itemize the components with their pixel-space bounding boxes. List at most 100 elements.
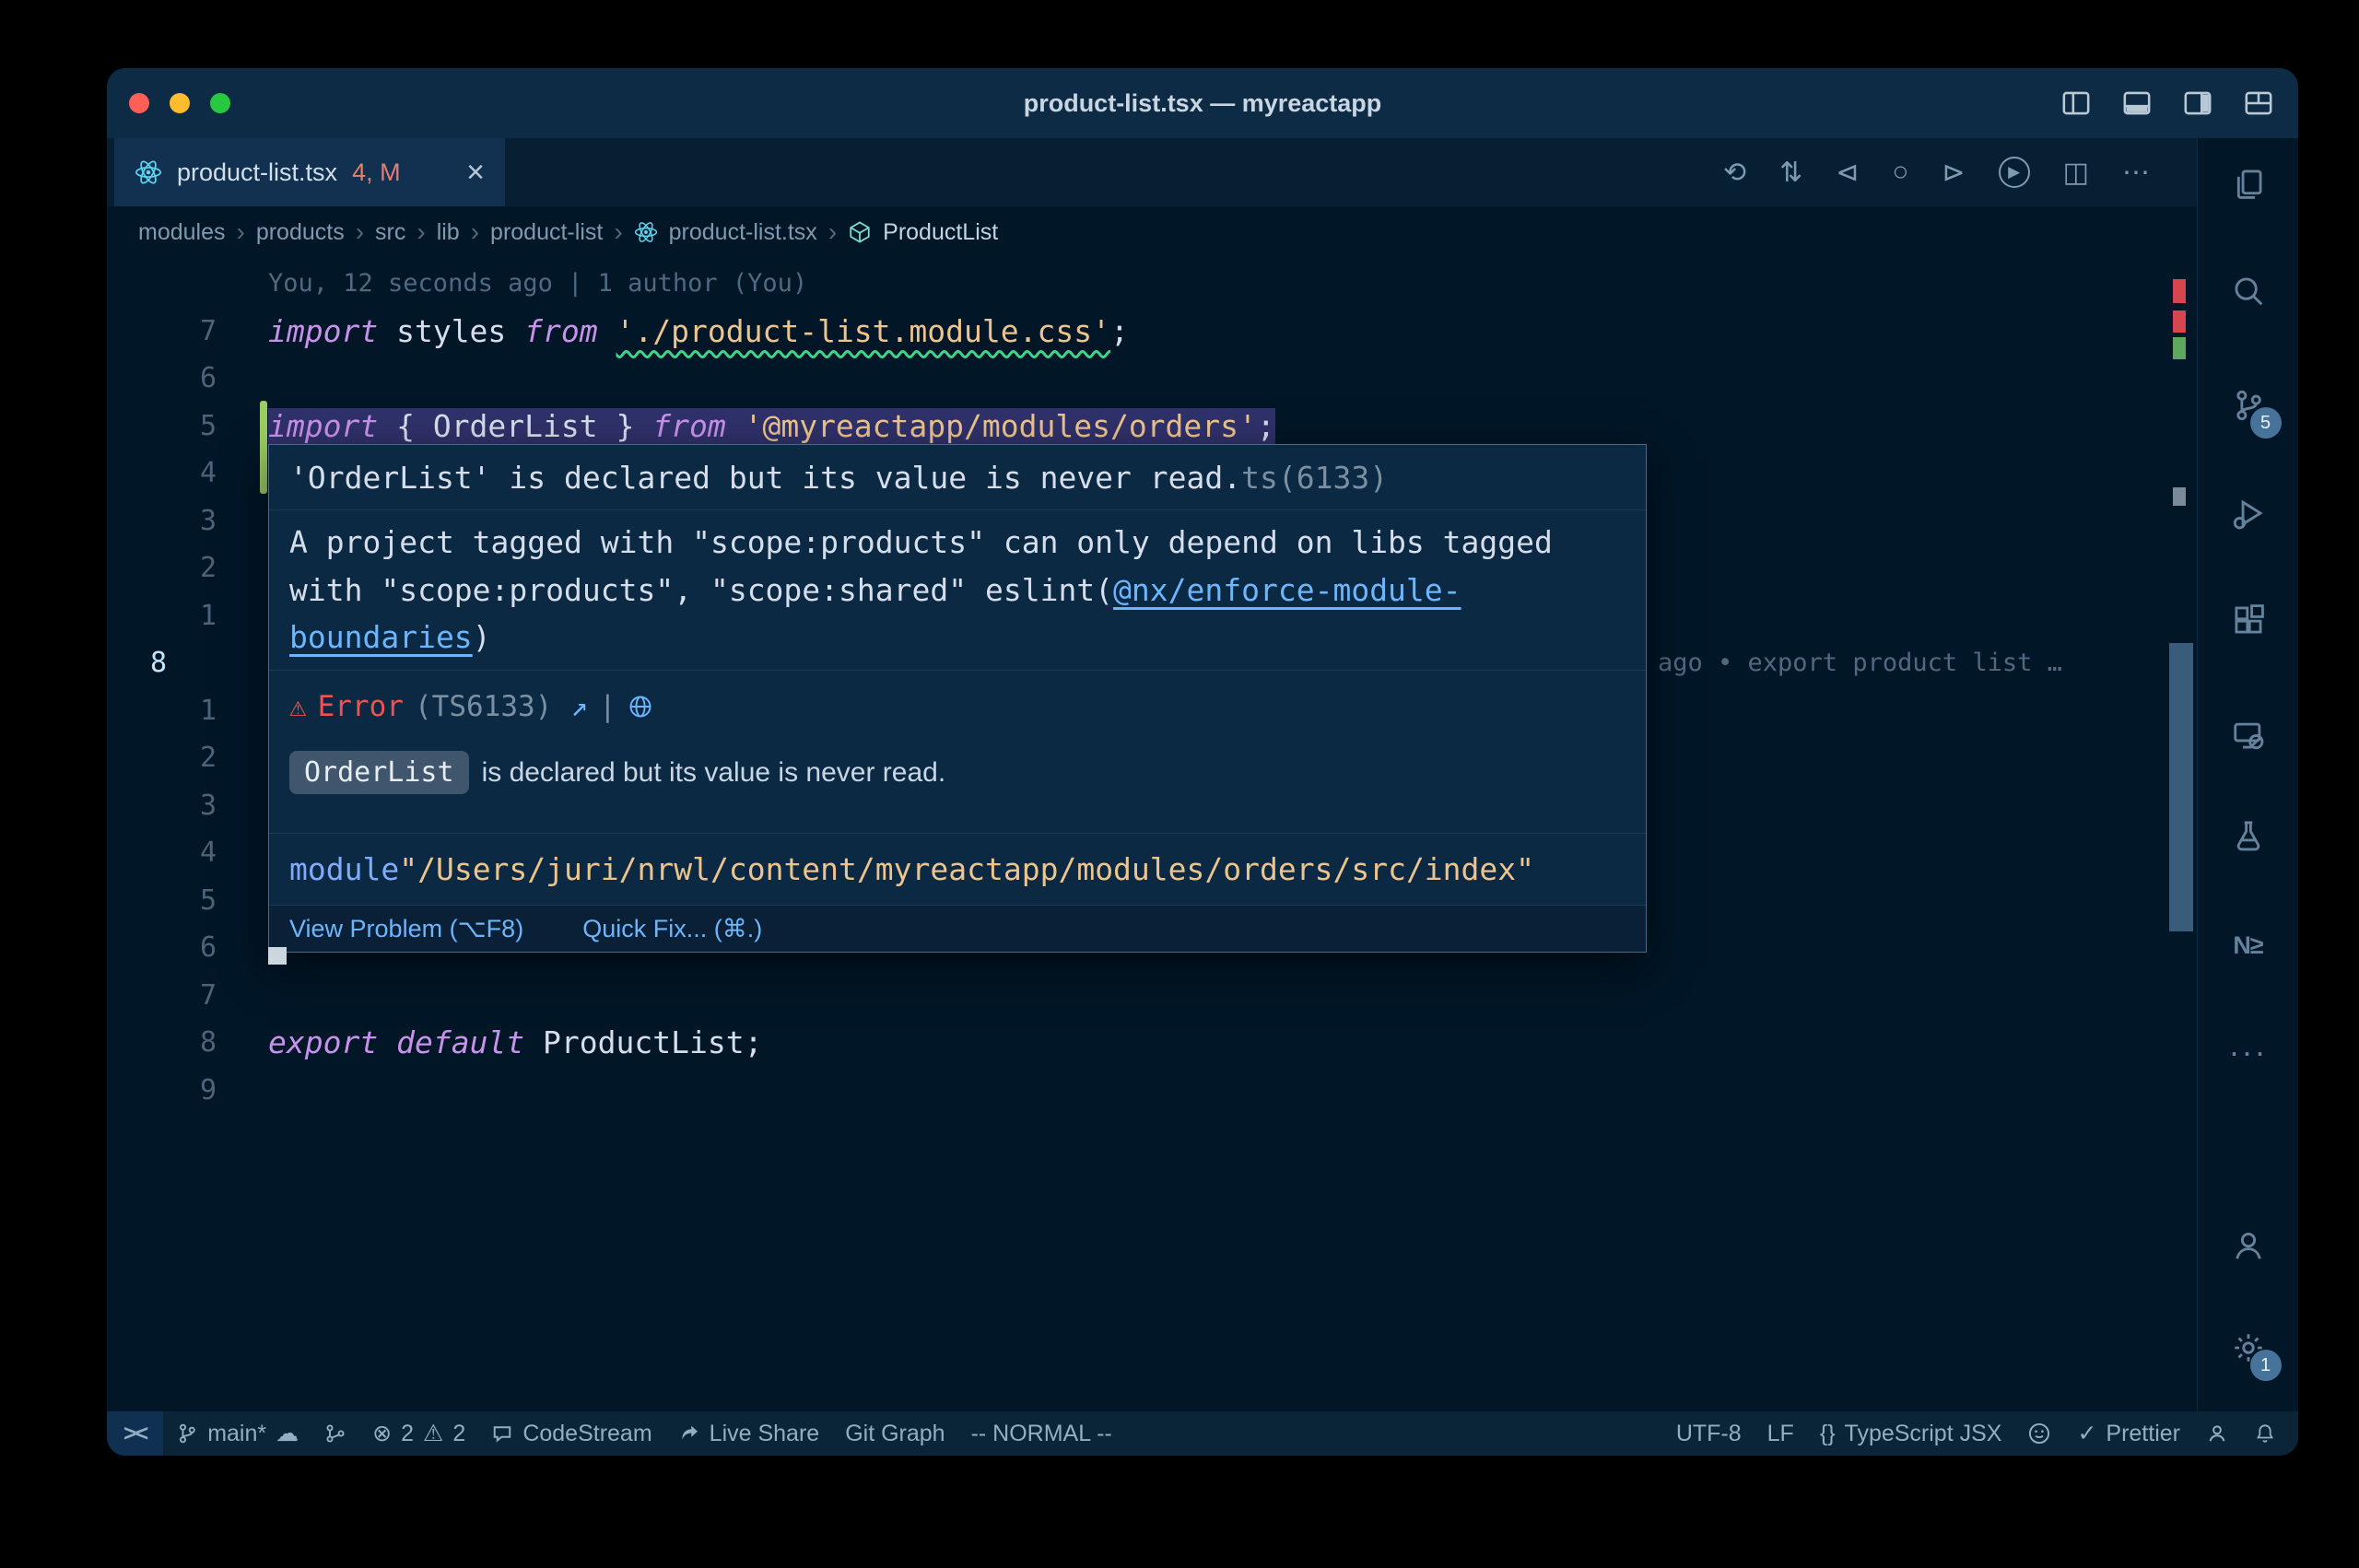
account-icon[interactable] <box>2223 1220 2274 1271</box>
split-editor-icon[interactable]: ◫ <box>2063 157 2089 189</box>
bell-icon <box>2254 1422 2276 1445</box>
warning-triangle-icon: ⚠ <box>423 1420 443 1447</box>
traffic-lights <box>129 68 230 138</box>
breadcrumb-item[interactable]: products <box>256 219 345 246</box>
line-number: 6 <box>107 362 268 394</box>
git-branch-item[interactable]: main* ☁ <box>163 1411 311 1456</box>
codestream-item[interactable]: CodeStream <box>478 1411 664 1456</box>
git-graph-item[interactable]: Git Graph <box>832 1411 957 1456</box>
git-graph-icon-item[interactable] <box>311 1411 359 1456</box>
error-circle-icon: ⊗ <box>372 1420 392 1447</box>
git-graph-icon <box>324 1422 346 1445</box>
language-mode-item[interactable]: {} TypeScript JSX <box>1807 1411 2015 1456</box>
breadcrumb: modules › products › src › lib › product… <box>107 206 2198 258</box>
scrollbar-thumb[interactable] <box>2169 643 2193 931</box>
breadcrumb-item[interactable]: src <box>375 219 405 246</box>
overview-ruler-error-mark <box>2173 310 2186 333</box>
run-file-icon[interactable]: ▶ <box>1999 157 2030 188</box>
line-number: 5 <box>107 410 268 442</box>
run-debug-icon[interactable] <box>2223 487 2274 539</box>
encoding-item[interactable]: UTF-8 <box>1663 1411 1755 1456</box>
warning-triangle-icon: ⚠ <box>289 690 307 723</box>
chevron-right-icon: › <box>471 217 479 247</box>
close-tab-icon[interactable]: × <box>466 157 485 188</box>
view-problem-link[interactable]: View Problem (⌥F8) <box>289 915 523 943</box>
check-icon: ✓ <box>2077 1420 2096 1447</box>
overview-ruler-cursor-mark <box>2173 487 2186 506</box>
timeline-icon[interactable]: ⟲ <box>1723 157 1746 189</box>
search-icon[interactable] <box>2223 265 2274 317</box>
navigate-forward-icon[interactable]: ⊳ <box>1942 157 1966 189</box>
breadcrumb-item[interactable]: ProductList <box>883 219 998 246</box>
circle-icon[interactable]: ○ <box>1892 157 1908 188</box>
open-external-icon[interactable]: ↗ <box>570 690 588 723</box>
overview-ruler-error-mark <box>2173 279 2186 303</box>
code-line: 6 <box>107 355 2198 403</box>
line-number: 3 <box>107 505 268 537</box>
prettier-item[interactable]: ✓ Prettier <box>2064 1411 2193 1456</box>
remote-explorer-icon[interactable] <box>2223 709 2274 761</box>
code-line: 5 import { OrderList } from '@myreactapp… <box>107 403 2198 451</box>
activity-bar: 5 N≥ ··· 1 <box>2197 138 2298 1411</box>
settings-badge: 1 <box>2250 1350 2282 1381</box>
github-item[interactable] <box>2014 1411 2064 1456</box>
tab-product-list[interactable]: product-list.tsx 4, M × <box>114 138 505 206</box>
compare-changes-icon[interactable]: ⇅ <box>1779 157 1802 189</box>
close-window-button[interactable] <box>129 93 149 113</box>
react-icon <box>135 158 162 186</box>
globe-icon[interactable] <box>628 694 653 720</box>
tab-bar: product-list.tsx 4, M × ⟲ ⇅ ⊲ ○ ⊳ ▶ ◫ ⋯ <box>107 138 2198 206</box>
eslint-rule-link[interactable]: boundaries <box>289 619 473 655</box>
settings-gear-icon[interactable]: 1 <box>2223 1322 2274 1374</box>
code-line: 8 export default ProductList; <box>107 1019 2198 1067</box>
live-share-item[interactable]: Live Share <box>665 1411 833 1456</box>
toggle-secondary-sidebar-icon[interactable] <box>2182 88 2213 119</box>
code-line: 7 <box>107 972 2198 1020</box>
line-number: 4 <box>107 457 268 489</box>
chevron-right-icon: › <box>417 217 425 247</box>
toggle-sidebar-icon[interactable] <box>2060 88 2092 119</box>
additional-views-icon[interactable]: ··· <box>2223 1026 2274 1078</box>
notifications-item[interactable] <box>2241 1411 2289 1456</box>
extensions-icon[interactable] <box>2223 594 2274 646</box>
toggle-panel-icon[interactable] <box>2121 88 2153 119</box>
source-control-icon[interactable]: 5 <box>2223 380 2274 431</box>
eol-item[interactable]: LF <box>1755 1411 1807 1456</box>
tab-problems-badge: 4, M <box>352 158 401 187</box>
navigate-back-icon[interactable]: ⊲ <box>1836 157 1859 189</box>
explorer-icon[interactable] <box>2223 158 2274 209</box>
hover-resize-handle[interactable] <box>268 947 287 965</box>
zoom-window-button[interactable] <box>210 93 230 113</box>
line-number: 8 <box>107 1026 268 1059</box>
line-number: 2 <box>107 552 268 584</box>
share-icon <box>678 1422 700 1445</box>
chevron-right-icon: › <box>356 217 364 247</box>
eslint-rule-link[interactable]: @nx/enforce-module- <box>1113 572 1461 608</box>
editor-toolbar: ⟲ ⇅ ⊲ ○ ⊳ ▶ ◫ ⋯ <box>1723 138 2198 206</box>
breadcrumb-item[interactable]: modules <box>138 219 226 246</box>
more-actions-icon[interactable]: ⋯ <box>2122 157 2150 189</box>
blame-annotation-row: You, 12 seconds ago | 1 author (You) <box>107 260 2198 308</box>
customize-layout-icon[interactable] <box>2243 88 2274 119</box>
breadcrumb-item[interactable]: lib <box>437 219 460 246</box>
line-number: 8 <box>150 647 167 679</box>
remote-indicator[interactable]: >< <box>107 1411 163 1456</box>
feedback-item[interactable] <box>2193 1411 2241 1456</box>
minimize-window-button[interactable] <box>170 93 190 113</box>
source-control-badge: 5 <box>2250 407 2282 439</box>
line-number: 2 <box>107 742 268 774</box>
breadcrumb-item[interactable]: product-list.tsx <box>669 219 817 246</box>
nx-console-icon[interactable]: N≥ <box>2223 919 2274 971</box>
code-editor[interactable]: You, 12 seconds ago | 1 author (You) 7 i… <box>107 258 2198 1411</box>
line-number: 1 <box>107 695 268 727</box>
titlebar: product-list.tsx — myreactapp <box>107 68 2298 138</box>
testing-beaker-icon[interactable] <box>2223 809 2274 860</box>
inline-blame: ago • export product list … <box>1658 649 2062 677</box>
breadcrumb-item[interactable]: product-list <box>490 219 603 246</box>
code-line: 9 <box>107 1067 2198 1115</box>
problems-item[interactable]: ⊗ 2 ⚠ 2 <box>359 1411 478 1456</box>
quick-fix-link[interactable]: Quick Fix... (⌘.) <box>582 915 762 943</box>
vim-mode-indicator[interactable]: -- NORMAL -- <box>958 1411 1125 1456</box>
chevron-right-icon: › <box>237 217 245 247</box>
git-blame-annotation: You, 12 seconds ago | 1 author (You) <box>268 269 807 298</box>
